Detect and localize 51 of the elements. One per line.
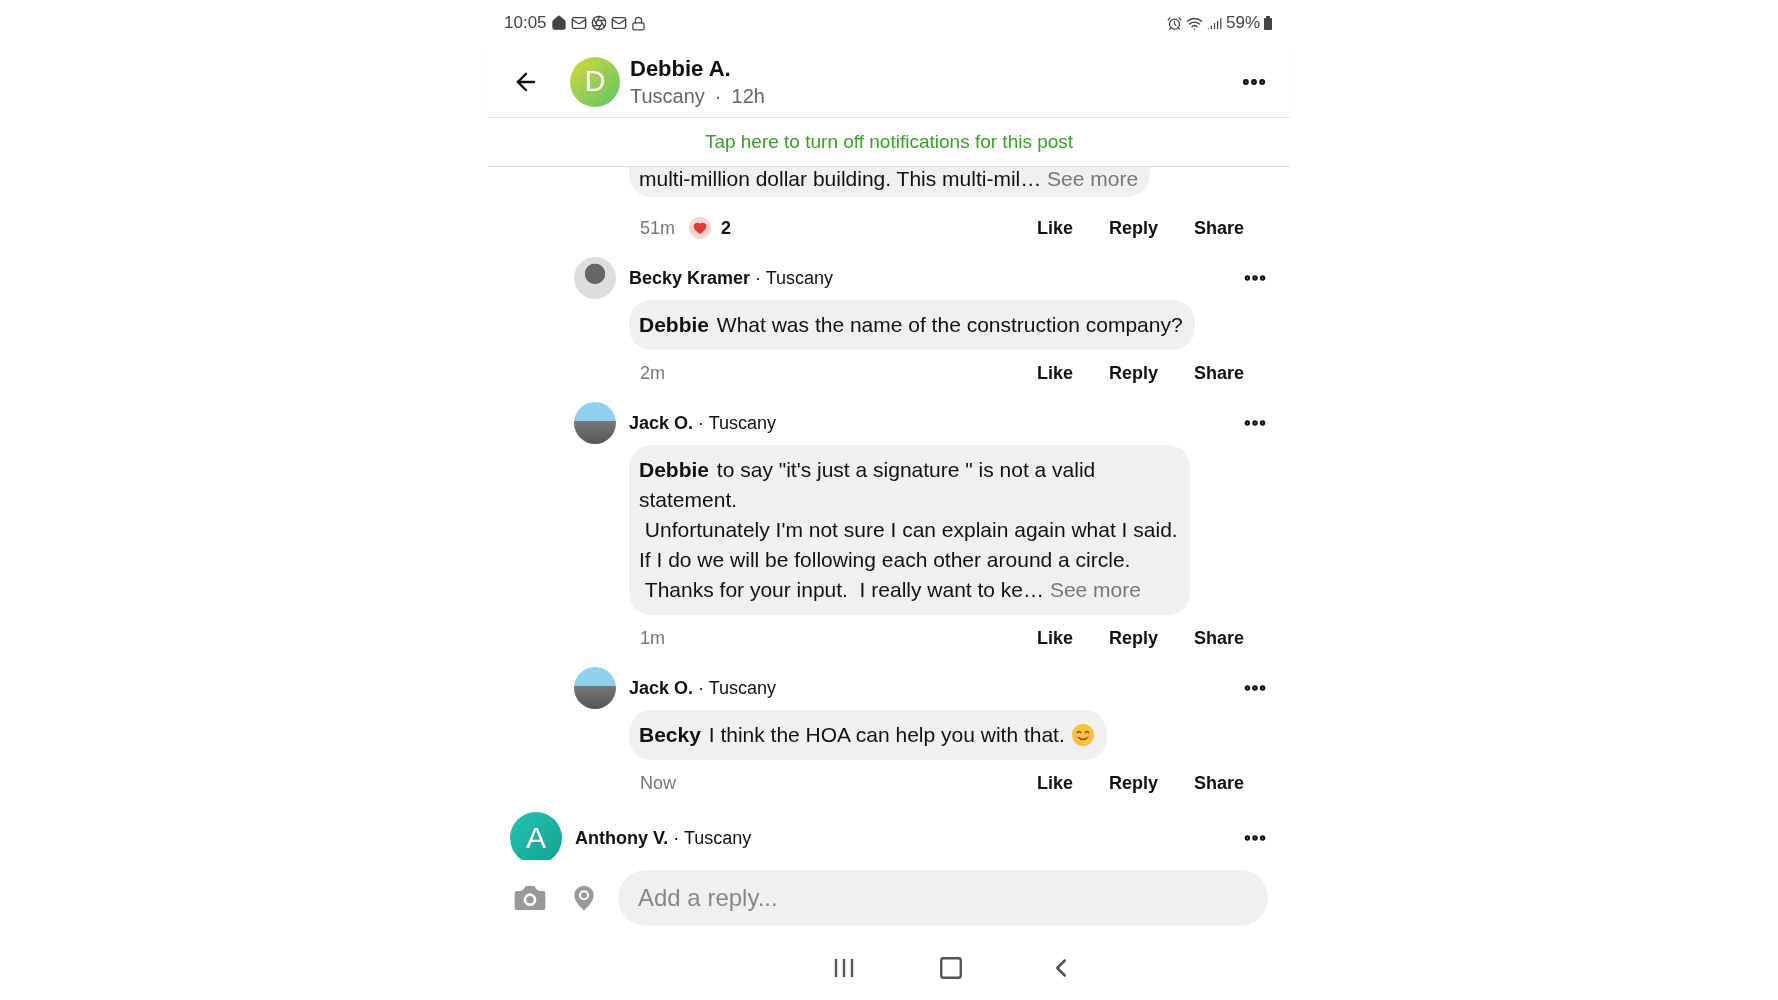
separator-dot: · [714,83,722,109]
battery-percent: 59% [1225,13,1260,33]
reply-input[interactable]: Add a reply... [618,870,1268,926]
post-location: Tuscany [630,83,705,109]
comment-author[interactable]: Jack O. [629,412,694,434]
comment-time: 51m [640,217,675,239]
comment-action[interactable]: Like [1036,362,1073,384]
comment-action[interactable]: Like [1036,217,1073,239]
comment-action[interactable]: Like [1036,772,1073,794]
recent-apps-icon[interactable] [832,957,856,979]
status-time: 10:05 [504,13,547,33]
comment-location: · Tuscany [698,412,778,434]
mail-icon [610,15,627,31]
comment-action[interactable]: Reply [1108,362,1158,384]
comment-time: Now [640,772,676,794]
mail-icon [570,15,587,31]
comment-action[interactable]: Share [1193,627,1244,649]
home-button-icon[interactable] [938,955,964,981]
comment-action[interactable]: Reply [1108,627,1158,649]
alarm-icon [1166,15,1182,31]
comment-location: · Tuscany [673,827,753,849]
comment-text: Becky I think the HOA can help you with that. [639,722,1065,748]
comment-author[interactable]: Jack O. [629,677,694,699]
comment-text: Debbie to say "it's just a signature " is not a valid statement. Unfortunately I'm not sure I can explain again what I said. If I do we will be following each other around a circle. Thanks for your input. I really want to ke… See more [639,457,1178,603]
comment-location: · Tuscany [698,677,778,699]
comment-location: · Tuscany [755,267,835,289]
battery-icon [1264,16,1272,30]
comment-action[interactable]: Share [1193,772,1244,794]
see-more-link[interactable]: See more [1049,578,1141,601]
photo-placeholder[interactable] [574,402,616,444]
comment-text: multi-million dollar building. This multi-mil… See more [639,167,1139,191]
reaction-count: 2 [721,217,732,239]
photo-placeholder[interactable] [574,257,616,299]
comment-author[interactable]: Becky Kramer [629,267,751,289]
comment-action[interactable]: Like [1036,627,1073,649]
aperture-icon [590,15,607,31]
comment-time: 1m [640,627,665,649]
comment-action[interactable]: Reply [1108,217,1158,239]
comment-action[interactable]: Share [1193,217,1244,239]
comment-time: 2m [640,362,665,384]
post-age: 12h [731,83,765,109]
see-more-link[interactable]: See more [1047,167,1139,190]
photo-placeholder[interactable] [574,667,616,709]
comment-action[interactable]: Share [1193,362,1244,384]
comment-action[interactable]: Reply [1108,772,1158,794]
comment-text: Debbie What was the name of the construction company? [639,312,1183,338]
lock-icon [630,15,646,31]
post-author: Debbie A. [630,54,732,83]
signal-icon [1206,15,1222,31]
comment-author[interactable]: Anthony V. [575,827,669,849]
home-icon [550,15,567,31]
